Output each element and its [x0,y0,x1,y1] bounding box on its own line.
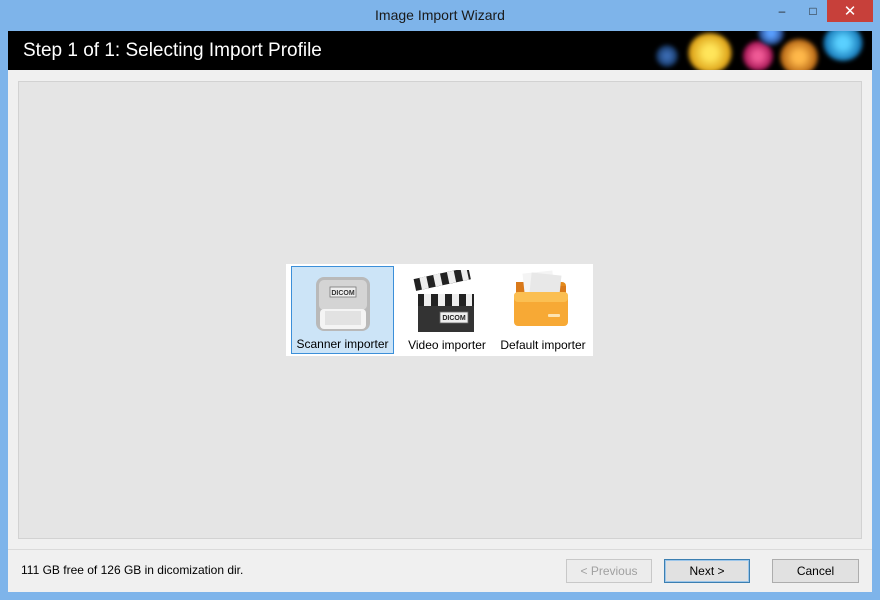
maximize-button[interactable]: □ [799,0,827,22]
folder-icon [514,270,568,326]
clapperboard-icon: DICOM [413,270,474,332]
next-button[interactable]: Next > [664,559,750,583]
profile-default-importer[interactable]: Default importer [496,266,590,354]
profile-label: Default importer [500,338,586,352]
title-bar[interactable]: Image Import Wizard – □ ✕ [0,0,880,32]
content-panel: DICOM Scanner importer DICOM Video impor… [18,81,862,539]
bokeh-light [688,33,732,70]
bokeh-light [656,45,678,67]
profile-label: Video importer [408,338,486,352]
minimize-button[interactable]: – [768,0,796,22]
close-button[interactable]: ✕ [827,0,873,22]
bokeh-light [780,39,818,70]
scanner-badge: DICOM [331,290,355,297]
cancel-button[interactable]: Cancel [772,559,859,583]
wizard-body: Step 1 of 1: Selecting Import Profile DI… [8,31,872,592]
profile-list: DICOM Scanner importer DICOM Video impor… [286,264,593,356]
wizard-window: Image Import Wizard – □ ✕ Step 1 of 1: S… [0,0,880,600]
bokeh-light [743,41,773,70]
scanner-icon: DICOM [316,277,370,331]
disk-space-status: 111 GB free of 126 GB in dicomization di… [21,563,244,577]
profile-label: Scanner importer [296,337,389,351]
footer-divider [8,549,872,550]
window-title: Image Import Wizard [375,7,505,23]
video-badge: DICOM [442,315,466,322]
step-header: Step 1 of 1: Selecting Import Profile [8,31,872,70]
previous-button[interactable]: < Previous [566,559,652,583]
profile-scanner-importer[interactable]: DICOM Scanner importer [291,266,394,354]
profile-video-importer[interactable]: DICOM Video importer [396,266,498,354]
step-title: Step 1 of 1: Selecting Import Profile [23,40,322,61]
bokeh-light [823,31,863,61]
